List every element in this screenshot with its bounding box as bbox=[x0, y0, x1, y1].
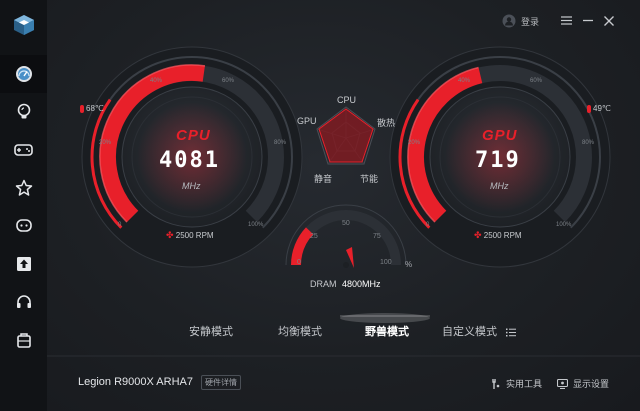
mode-custom-label: 自定义模式 bbox=[442, 326, 497, 338]
cpu-frequency-unit: MHz bbox=[182, 181, 201, 191]
gpu-frequency-unit: MHz bbox=[490, 181, 509, 191]
dram-tick-75: 75 bbox=[373, 233, 381, 240]
utility-tools-button[interactable]: 实用工具 bbox=[491, 377, 542, 390]
list-settings-icon bbox=[506, 328, 517, 337]
gauges-canvas bbox=[47, 46, 640, 357]
gpu-fan-speed: ✤ 2500 RPM bbox=[474, 230, 522, 240]
cpu-tick-60: 60% bbox=[222, 78, 235, 84]
gpu-frequency-value: 719 bbox=[475, 148, 521, 173]
hardware-details-button[interactable]: 硬件详情 bbox=[201, 375, 241, 390]
dram-tick-25: 25 bbox=[310, 233, 318, 240]
tools-icon bbox=[492, 378, 500, 389]
dram-tick-50: 50 bbox=[342, 220, 350, 227]
cpu-tick-0: 0 bbox=[118, 222, 122, 228]
dram-unit: % bbox=[405, 260, 413, 269]
mode-custom[interactable]: 自定义模式 bbox=[442, 323, 517, 339]
fan-icon: ✤ bbox=[166, 230, 174, 240]
radar-label-silent: 静音 bbox=[314, 174, 333, 184]
cpu-tick-20: 20% bbox=[99, 140, 112, 146]
radar-label-gpu: GPU bbox=[297, 116, 317, 126]
gpu-tick-60: 60% bbox=[530, 78, 543, 84]
dram-tick-0: 0 bbox=[297, 259, 301, 266]
mode-balanced[interactable]: 均衡模式 bbox=[278, 323, 322, 339]
device-name: Legion R9000X ARHA7 bbox=[78, 376, 193, 388]
gpu-temperature: 49℃ bbox=[587, 104, 611, 113]
thermometer-icon bbox=[80, 104, 84, 113]
thermometer-icon bbox=[587, 104, 591, 113]
dram-tick-100: 100 bbox=[380, 259, 392, 266]
cpu-tick-40: 40% bbox=[150, 78, 163, 84]
radar-label-cpu: CPU bbox=[337, 95, 357, 105]
gpu-tick-100: 100% bbox=[556, 222, 572, 228]
radar-label-cooling: 散热 bbox=[377, 118, 396, 128]
mode-quiet[interactable]: 安静模式 bbox=[189, 323, 233, 339]
cpu-frequency-value: 4081 bbox=[159, 148, 220, 173]
gpu-tick-20: 20% bbox=[408, 140, 421, 146]
dram-label: DRAM bbox=[310, 279, 337, 289]
display-settings-label: 显示设置 bbox=[573, 379, 610, 389]
gpu-title: GPU bbox=[482, 127, 518, 144]
cpu-tick-100: 100% bbox=[248, 222, 264, 228]
gpu-tick-80: 80% bbox=[582, 140, 595, 146]
app-window: 登录 CPU 4081 MHz 68℃ ✤ 2500 RPM 0 20% 40%… bbox=[0, 0, 640, 411]
gpu-tick-40: 40% bbox=[458, 78, 471, 84]
cpu-temperature: 68℃ bbox=[80, 104, 104, 113]
display-settings-button[interactable]: 显示设置 bbox=[557, 377, 609, 390]
gpu-tick-0: 0 bbox=[426, 222, 430, 228]
cpu-tick-80: 80% bbox=[274, 140, 287, 146]
cpu-title: CPU bbox=[176, 127, 211, 144]
cpu-fan-speed: ✤ 2500 RPM bbox=[166, 230, 214, 240]
mode-radar-chart bbox=[316, 106, 376, 165]
dram-frequency: 4800MHz bbox=[342, 279, 381, 289]
active-mode-glow bbox=[340, 313, 430, 323]
fan-icon: ✤ bbox=[474, 230, 482, 240]
monitor-icon bbox=[557, 378, 568, 389]
radar-label-eco: 节能 bbox=[360, 174, 379, 184]
mode-beast[interactable]: 野兽模式 bbox=[365, 323, 409, 339]
utility-tools-label: 实用工具 bbox=[506, 379, 543, 389]
radar-value-shape bbox=[318, 108, 374, 163]
